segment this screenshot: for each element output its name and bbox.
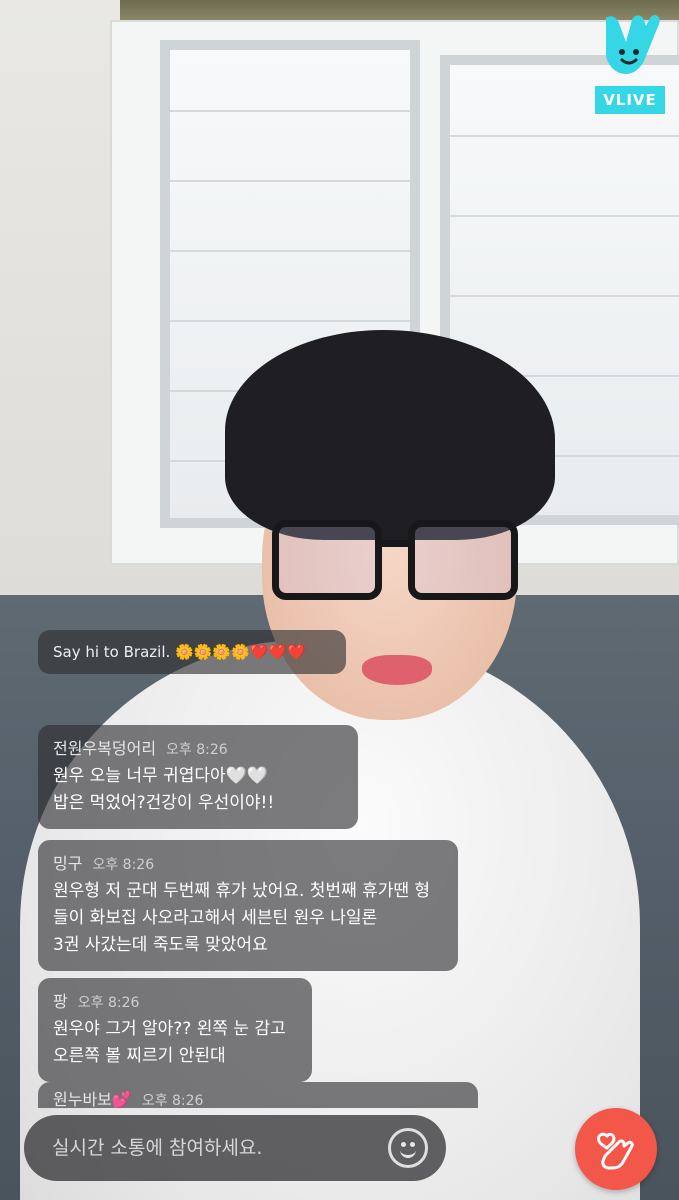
chat-timestamp: 오후 8:26 [77, 995, 140, 1011]
glasses-lens-right [408, 520, 518, 600]
chat-message: Say hi to Brazil. 🌼🌼🌼🌼❤️❤️❤️ [38, 630, 346, 674]
chat-message-text: 원우형 저 군대 두번째 휴가 났어요. 첫번째 휴가땐 형 들이 화보집 사오… [53, 881, 431, 955]
chat-message-text: Say hi to Brazil. 🌼🌼🌼🌼❤️❤️❤️ [53, 643, 306, 661]
chat-username[interactable]: 원누바보💕 [53, 1086, 132, 1108]
glasses-lens-left [272, 520, 382, 600]
chat-timestamp: 오후 8:26 [141, 1093, 204, 1108]
vlive-v-icon [606, 15, 660, 74]
chat-username[interactable]: 밍구 [53, 850, 82, 874]
chat-username[interactable]: 팡 [53, 988, 68, 1012]
chat-input[interactable] [52, 1137, 388, 1159]
smile-icon[interactable] [388, 1128, 428, 1168]
chat-message: 전원우복덩어리 오후 8:26 원우 오늘 너무 귀엽다아🤍🤍 밥은 먹었어?건… [38, 725, 358, 829]
vlive-wordmark: VLIVE [595, 86, 665, 114]
chat-message: 밍구 오후 8:26 원우형 저 군대 두번째 휴가 났어요. 첫번째 휴가땐 … [38, 840, 458, 971]
vlive-logo: VLIVE [595, 12, 665, 116]
chat-timestamp: 오후 8:26 [166, 742, 228, 758]
person-lips [362, 655, 432, 685]
chat-message-text: 원우 오늘 너무 귀엽다아🤍🤍 밥은 먹었어?건강이 우선이야!! [53, 766, 275, 813]
glasses-bridge [380, 540, 412, 547]
chat-input-bar [24, 1115, 446, 1181]
chat-message-text: 원우야 그거 알아?? 왼쪽 눈 감고 오른쪽 볼 찌르기 안된대 [53, 1019, 286, 1066]
chat-username[interactable]: 전원우복덩어리 [53, 735, 156, 759]
chat-message: 팡 오후 8:26 원우야 그거 알아?? 왼쪽 눈 감고 오른쪽 볼 찌르기 … [38, 978, 312, 1082]
chat-message-partial: 원누바보💕 오후 8:26 [38, 1082, 478, 1108]
chat-timestamp: 오후 8:26 [92, 857, 155, 873]
finger-heart-icon [597, 1132, 634, 1170]
like-button[interactable] [575, 1108, 657, 1190]
